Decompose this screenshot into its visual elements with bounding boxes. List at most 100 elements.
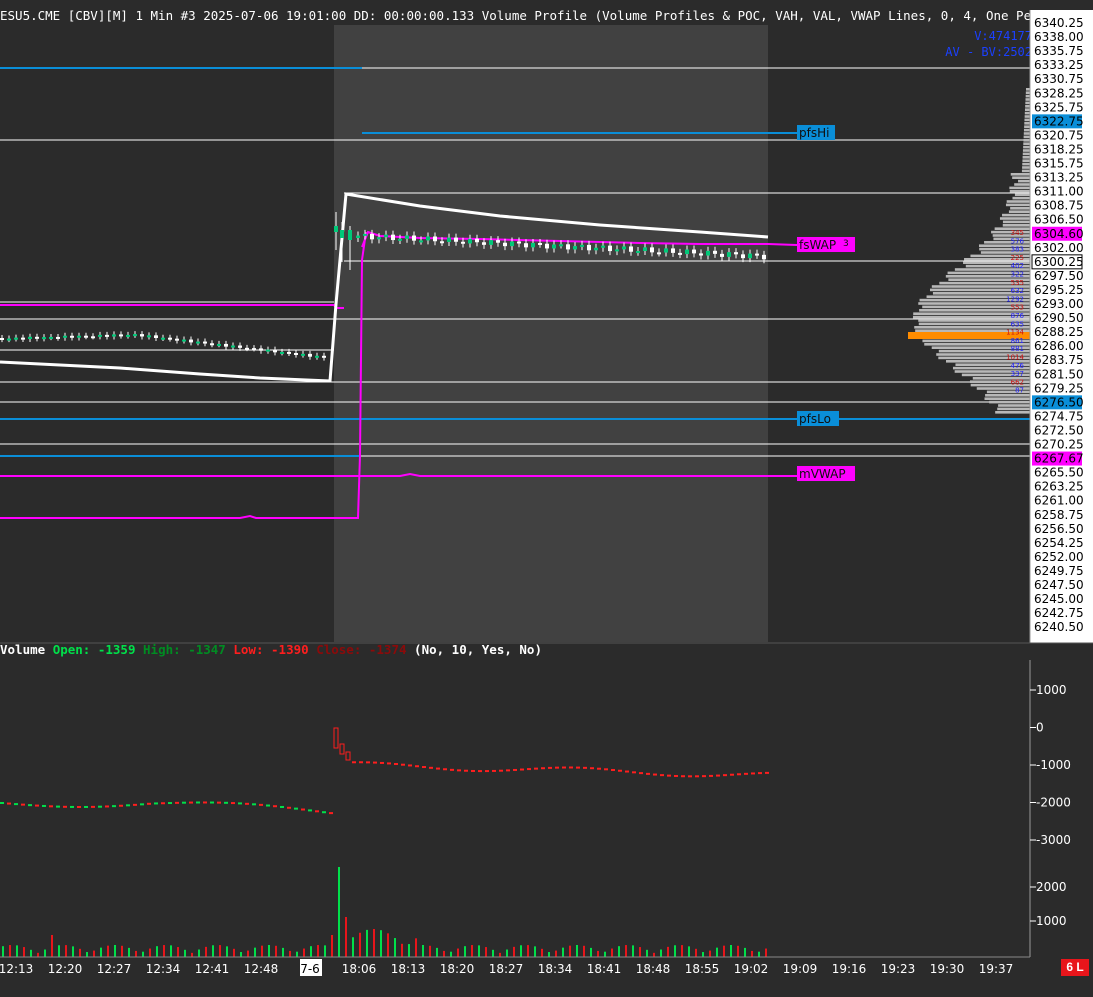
profile-bar xyxy=(1023,142,1030,145)
price-label: 6252.00 xyxy=(1034,550,1084,564)
time-axis-label: 19:30 xyxy=(930,962,965,976)
delta-bar xyxy=(224,801,228,804)
candle-body xyxy=(510,241,514,247)
profile-bar xyxy=(1008,210,1030,213)
volume-bar xyxy=(583,945,585,957)
profile-number: 322 xyxy=(1011,271,1024,279)
delta-bar xyxy=(105,805,109,808)
delta-bar xyxy=(394,763,398,766)
profile-bar xyxy=(1022,156,1030,159)
volume-bar xyxy=(79,948,81,957)
chart-canvas[interactable]: 3455763832254023225356321292553876635113… xyxy=(0,0,1093,997)
candle-body xyxy=(119,334,123,337)
delta-bar xyxy=(245,802,249,805)
delta-bar xyxy=(737,773,741,776)
volume-bar xyxy=(569,945,571,957)
volume-bars xyxy=(2,867,767,957)
volume-bar xyxy=(730,945,732,957)
fsWAP-tag-sup: 3 xyxy=(843,239,849,249)
profile-number: 337 xyxy=(1011,370,1024,378)
delta-bar xyxy=(695,775,699,778)
volume-bar xyxy=(303,948,305,957)
volume-bar xyxy=(51,935,53,957)
profile-bar xyxy=(1010,173,1030,176)
profile-bar xyxy=(997,407,1030,411)
volume-bar xyxy=(443,950,445,957)
profile-number: 553 xyxy=(1011,304,1024,312)
volume-bar xyxy=(625,945,627,957)
candle-body xyxy=(140,334,144,337)
candle-body xyxy=(370,233,374,240)
price-label: 6242.75 xyxy=(1034,606,1084,620)
profile-number: 876 xyxy=(1011,312,1025,320)
volume-bar xyxy=(709,950,711,957)
volume-bar xyxy=(247,950,249,957)
volume-bar xyxy=(744,947,746,957)
price-label: 6247.50 xyxy=(1034,578,1084,592)
delta-bar xyxy=(765,771,769,774)
volume-axis-label: -1000 xyxy=(1036,758,1071,772)
volume-bar xyxy=(296,951,298,957)
time-axis[interactable]: 12:13 12:20 12:27 12:34 12:41 12:48 7-6 18:06 18… xyxy=(0,959,1013,976)
delta-bar xyxy=(322,811,326,814)
volume-bar xyxy=(107,945,109,957)
delta-bar xyxy=(231,802,235,805)
volume-bar xyxy=(639,947,641,957)
candle-body xyxy=(741,254,745,259)
candle-body xyxy=(594,247,598,251)
candle-body xyxy=(643,247,647,251)
delta-bar xyxy=(339,743,345,755)
volume-bar xyxy=(149,948,151,957)
volume-open-label: Open: xyxy=(52,642,91,657)
price-label: 6270.25 xyxy=(1034,438,1084,452)
profile-bar xyxy=(989,400,1030,404)
delta-bar xyxy=(126,804,130,807)
candle-body xyxy=(91,336,95,339)
price-label: 6288.25 xyxy=(1034,325,1084,339)
volume-bar xyxy=(457,948,459,957)
volume-bar xyxy=(387,933,389,957)
delta-bar xyxy=(590,767,594,770)
profile-bar xyxy=(1025,98,1030,101)
profile-bar xyxy=(1025,101,1030,105)
delta-bar xyxy=(182,801,186,804)
profile-bar xyxy=(1012,176,1030,179)
volume-bar xyxy=(121,945,123,957)
time-axis-label: 19:16 xyxy=(832,962,867,976)
volume-bar xyxy=(576,945,578,957)
candle-body xyxy=(447,237,451,242)
candle-body xyxy=(678,252,682,255)
volume-bar xyxy=(408,944,410,957)
price-label: 6249.75 xyxy=(1034,564,1084,578)
delta-bar xyxy=(154,802,158,805)
volume-bar xyxy=(548,952,550,957)
volume-bar xyxy=(716,947,718,957)
price-label: 6322.75 xyxy=(1034,114,1084,128)
delta-bar xyxy=(583,766,587,769)
time-axis-label: 7-6 xyxy=(300,962,320,976)
delta-bar xyxy=(429,766,433,769)
price-label: 6338.00 xyxy=(1034,30,1084,44)
price-label: 6265.50 xyxy=(1034,466,1084,480)
volume-bar xyxy=(422,945,424,957)
delta-bar xyxy=(702,775,706,778)
session-shading xyxy=(334,25,768,642)
profile-bar xyxy=(1026,88,1030,91)
time-axis-label: 12:34 xyxy=(146,962,181,976)
volume-bar xyxy=(219,945,221,957)
volume-bar xyxy=(632,945,634,957)
mVWAP-tag-text: mVWAP xyxy=(799,467,846,481)
price-label: 6300.25 xyxy=(1034,255,1084,269)
volume-axis-labels: 1000 0 -1000 -2000 -3000 2000 1000 xyxy=(1030,683,1071,928)
volume-bar xyxy=(450,951,452,957)
price-label: 6279.25 xyxy=(1034,381,1084,395)
delta-bar xyxy=(569,766,573,769)
time-axis-label: 12:13 xyxy=(0,962,33,976)
candle-body xyxy=(348,230,352,240)
price-axis-labels: 6340.256338.006335.756333.256330.756328.… xyxy=(1031,16,1084,634)
volume-bar xyxy=(254,947,256,957)
volume-bar xyxy=(653,952,655,957)
delta-bar xyxy=(301,808,305,811)
delta-bar xyxy=(63,805,67,808)
status-badge[interactable]: 6 L xyxy=(1061,959,1089,976)
